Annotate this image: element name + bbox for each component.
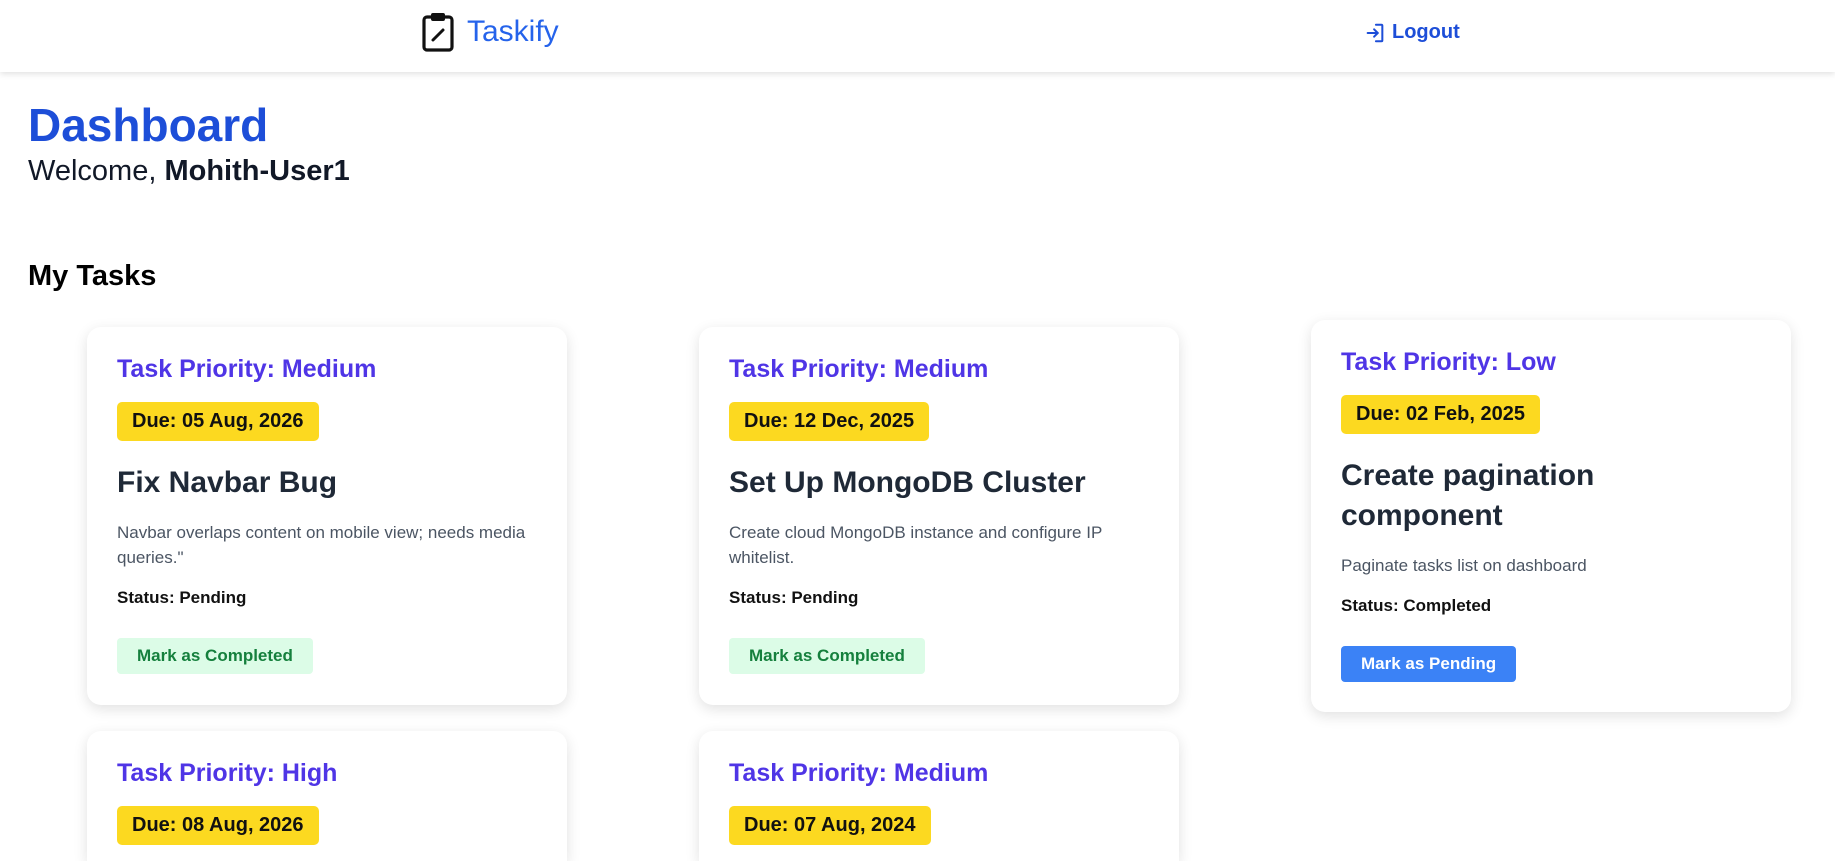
task-title: Fix Navbar Bug — [117, 466, 338, 499]
username: Mohith-User1 — [164, 154, 350, 187]
brand-link[interactable]: Taskify — [421, 12, 559, 52]
welcome-message: Welcome, Mohith-User1 — [28, 155, 350, 188]
task-card: Task Priority: Low Due: 02 Feb, 2025 Cre… — [1311, 320, 1791, 712]
task-status: Status: Pending — [117, 588, 247, 608]
due-date-badge: Due: 12 Dec, 2025 — [729, 402, 930, 441]
task-card: Task Priority: High Due: 08 Aug, 2026 — [87, 731, 567, 861]
navbar: Taskify Logout — [0, 0, 1835, 72]
task-status: Status: Pending — [729, 588, 859, 608]
task-card: Task Priority: Medium Due: 07 Aug, 2024 — [699, 731, 1179, 861]
my-tasks-heading: My Tasks — [28, 260, 157, 292]
task-description: Create cloud MongoDB instance and config… — [729, 522, 1102, 567]
due-date-badge: Due: 05 Aug, 2026 — [117, 402, 319, 441]
mark-completed-button[interactable]: Mark as Completed — [117, 638, 313, 675]
clipboard-edit-icon — [421, 12, 455, 52]
logout-label: Logout — [1392, 21, 1460, 43]
task-priority: Task Priority: Medium — [117, 355, 377, 383]
due-date-badge: Due: 02 Feb, 2025 — [1341, 395, 1540, 434]
due-date-badge: Due: 08 Aug, 2026 — [117, 806, 319, 845]
task-priority: Task Priority: High — [117, 759, 338, 787]
due-date-badge: Due: 07 Aug, 2024 — [729, 806, 931, 845]
logout-button[interactable]: Logout — [1364, 21, 1460, 44]
page-title: Dashboard — [28, 99, 269, 151]
task-card: Task Priority: Medium Due: 05 Aug, 2026 … — [87, 327, 567, 705]
dashboard-header: Dashboard Welcome, Mohith-User1 — [28, 100, 350, 188]
task-title: Create pagination component — [1341, 459, 1595, 532]
logout-icon — [1366, 23, 1384, 42]
task-priority: Task Priority: Medium — [729, 355, 989, 383]
task-status: Status: Completed — [1341, 596, 1492, 616]
mark-completed-button[interactable]: Mark as Completed — [729, 638, 925, 675]
task-description: Paginate tasks list on dashboard — [1341, 555, 1587, 575]
task-priority: Task Priority: Medium — [729, 759, 989, 787]
task-card: Task Priority: Medium Due: 12 Dec, 2025 … — [699, 327, 1179, 705]
brand-name: Taskify — [467, 15, 559, 48]
welcome-prefix: Welcome, — [28, 154, 165, 187]
mark-pending-button[interactable]: Mark as Pending — [1341, 646, 1517, 683]
task-title: Set Up MongoDB Cluster — [729, 466, 1086, 499]
task-description: Navbar overlaps content on mobile view; … — [117, 522, 526, 567]
task-priority: Task Priority: Low — [1341, 348, 1556, 376]
